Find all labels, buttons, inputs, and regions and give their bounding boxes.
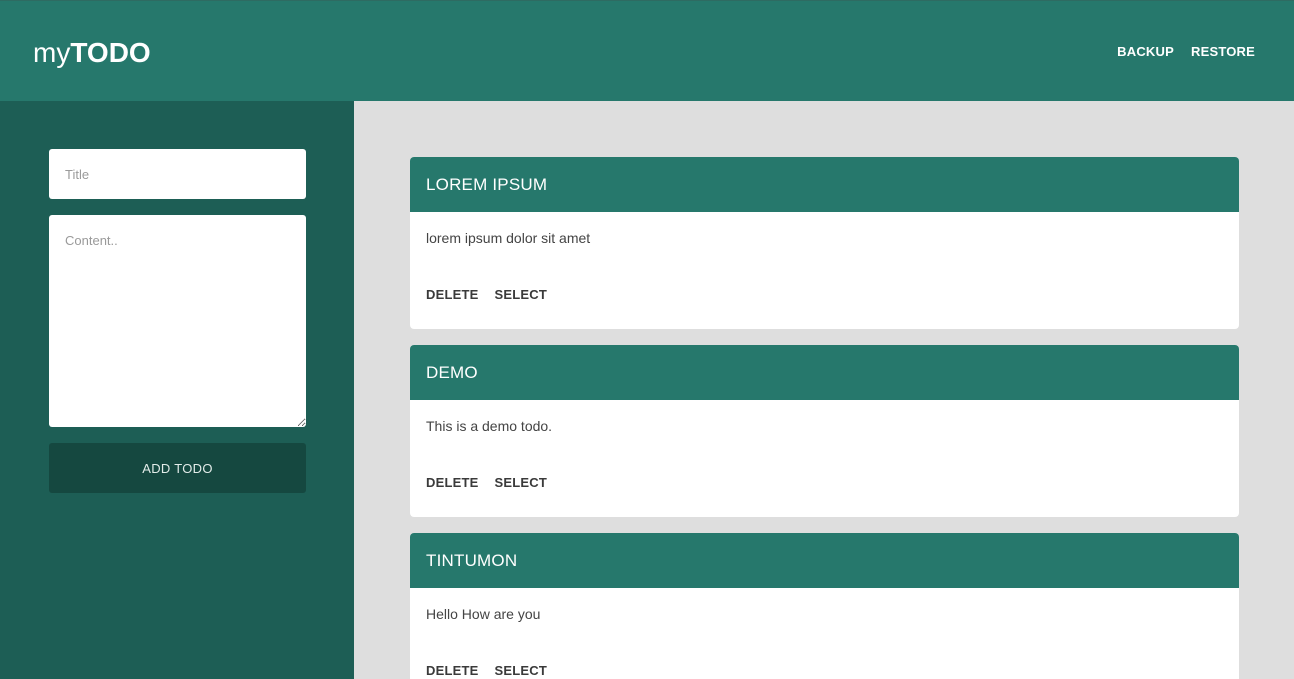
todo-title: TINTUMON — [426, 550, 518, 570]
todo-card-header: DEMO — [410, 345, 1239, 400]
brand-logo[interactable]: myTODO — [33, 35, 151, 71]
restore-button[interactable]: RESTORE — [1191, 43, 1255, 61]
todo-title: LOREM IPSUM — [426, 174, 548, 194]
todo-list: LOREM IPSUM lorem ipsum dolor sit amet D… — [354, 101, 1294, 679]
todo-content: This is a demo todo. — [426, 418, 553, 434]
app-header: myTODO BACKUP RESTORE — [0, 0, 1294, 101]
todo-content: lorem ipsum dolor sit amet — [426, 230, 591, 246]
select-button[interactable]: SELECT — [486, 286, 554, 304]
select-button[interactable]: SELECT — [486, 474, 554, 492]
delete-button[interactable]: DELETE — [418, 474, 486, 492]
backup-button[interactable]: BACKUP — [1117, 43, 1174, 61]
todo-content: Hello How are you — [426, 606, 541, 622]
header-nav: BACKUP RESTORE — [1117, 43, 1255, 61]
sidebar: ADD TODO — [0, 101, 354, 679]
todo-title: DEMO — [426, 362, 478, 382]
content-input[interactable] — [49, 215, 306, 427]
todo-card: DEMO This is a demo todo. DELETE SELECT — [410, 345, 1239, 517]
add-todo-button[interactable]: ADD TODO — [49, 443, 306, 493]
todo-actions: DELETE SELECT — [410, 270, 1239, 304]
select-button[interactable]: SELECT — [486, 662, 554, 679]
delete-button[interactable]: DELETE — [418, 286, 486, 304]
delete-button[interactable]: DELETE — [418, 662, 486, 679]
title-input[interactable] — [49, 149, 306, 199]
todo-actions: DELETE SELECT — [410, 458, 1239, 492]
app-root: myTODO BACKUP RESTORE ADD TODO LOREM IPS… — [0, 0, 1294, 679]
brand-prefix: my — [33, 37, 71, 68]
brand-bold: TODO — [70, 37, 151, 68]
todo-card: LOREM IPSUM lorem ipsum dolor sit amet D… — [410, 157, 1239, 329]
todo-card-header: LOREM IPSUM — [410, 157, 1239, 212]
todo-actions: DELETE SELECT — [410, 646, 1239, 679]
todo-card-header: TINTUMON — [410, 533, 1239, 588]
todo-card: TINTUMON Hello How are you DELETE SELECT — [410, 533, 1239, 679]
